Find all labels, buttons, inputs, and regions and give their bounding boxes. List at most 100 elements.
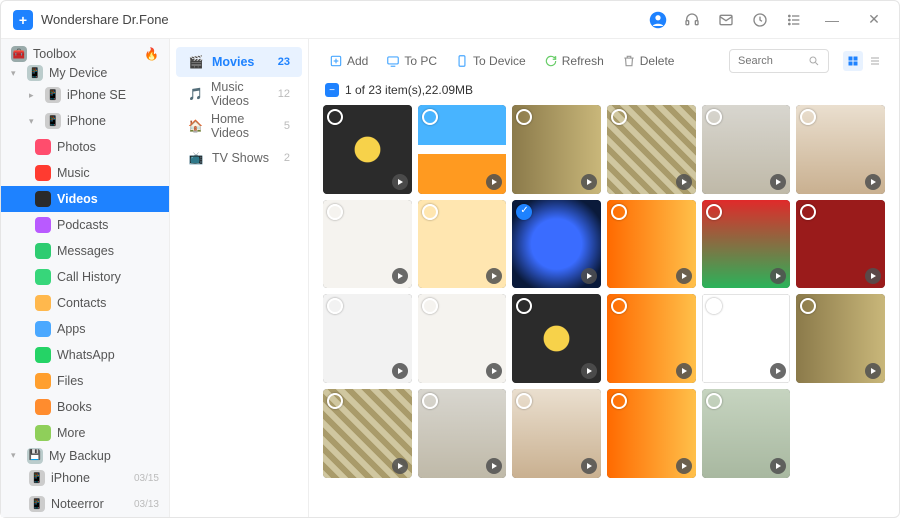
select-circle[interactable]: [327, 204, 343, 220]
play-icon[interactable]: [581, 458, 597, 474]
device-item-music[interactable]: Music: [1, 160, 169, 186]
select-circle[interactable]: [611, 109, 627, 125]
play-icon[interactable]: [486, 174, 502, 190]
video-thumbnail[interactable]: [702, 200, 791, 289]
music-icon: [35, 165, 51, 181]
user-icon[interactable]: [649, 11, 667, 29]
video-thumbnail[interactable]: [512, 200, 601, 289]
video-thumbnail[interactable]: [796, 105, 885, 194]
play-icon[interactable]: [392, 363, 408, 379]
sidebar-my-device[interactable]: ▾ 📱 My Device: [1, 64, 169, 83]
select-circle[interactable]: [800, 204, 816, 220]
video-thumbnail[interactable]: [796, 200, 885, 289]
headset-icon[interactable]: [683, 11, 701, 29]
play-icon[interactable]: [581, 174, 597, 190]
play-icon[interactable]: [581, 363, 597, 379]
video-thumbnail[interactable]: [702, 105, 791, 194]
video-thumbnail[interactable]: [702, 294, 791, 383]
play-icon[interactable]: [676, 363, 692, 379]
mail-icon[interactable]: [717, 11, 735, 29]
select-circle[interactable]: [422, 204, 438, 220]
select-circle[interactable]: [706, 109, 722, 125]
select-circle[interactable]: [706, 298, 722, 314]
video-thumbnail[interactable]: [418, 105, 507, 194]
select-circle[interactable]: [516, 204, 532, 220]
video-thumbnail[interactable]: [418, 200, 507, 289]
play-icon[interactable]: [392, 458, 408, 474]
device-item-videos[interactable]: Videos: [1, 186, 169, 212]
device-item-call-history[interactable]: Call History: [1, 264, 169, 290]
category-panel: 🎬Movies23🎵Music Videos12🏠Home Videos5📺TV…: [169, 39, 309, 517]
video-thumbnail[interactable]: [323, 389, 412, 478]
video-thumbnail[interactable]: [607, 105, 696, 194]
play-icon[interactable]: [486, 458, 502, 474]
play-icon[interactable]: [770, 174, 786, 190]
backup-row[interactable]: 📱Noteerror03/13: [1, 491, 169, 517]
play-icon[interactable]: [865, 363, 881, 379]
refresh-button[interactable]: Refresh: [538, 51, 610, 71]
play-icon[interactable]: [770, 458, 786, 474]
minimize-icon[interactable]: —: [819, 11, 845, 29]
select-circle[interactable]: [422, 109, 438, 125]
device-item-files[interactable]: Files: [1, 368, 169, 394]
video-thumbnail[interactable]: [607, 389, 696, 478]
history-icon[interactable]: [751, 11, 769, 29]
sidebar-my-backup[interactable]: ▾ 💾 My Backup: [1, 446, 169, 465]
add-button[interactable]: Add: [323, 51, 374, 71]
select-circle[interactable]: [706, 204, 722, 220]
search-field[interactable]: [738, 55, 808, 67]
category-tv-shows[interactable]: 📺TV Shows2: [176, 143, 302, 173]
sidebar-toolbox[interactable]: 🧰 Toolbox 🔥: [1, 45, 169, 64]
select-circle[interactable]: [611, 393, 627, 409]
video-thumbnail[interactable]: [607, 200, 696, 289]
play-icon[interactable]: [392, 268, 408, 284]
to-device-button[interactable]: To Device: [449, 51, 532, 71]
grid-view-button[interactable]: [843, 51, 863, 71]
video-thumbnail[interactable]: [512, 389, 601, 478]
device-item-apps[interactable]: Apps: [1, 316, 169, 342]
device-item-books[interactable]: Books: [1, 394, 169, 420]
play-icon[interactable]: [676, 174, 692, 190]
video-thumbnail[interactable]: [418, 389, 507, 478]
video-thumbnail[interactable]: [512, 105, 601, 194]
video-thumbnail[interactable]: [702, 389, 791, 478]
play-icon[interactable]: [392, 174, 408, 190]
video-thumbnail[interactable]: [512, 294, 601, 383]
delete-button[interactable]: Delete: [616, 51, 681, 71]
device-item-more[interactable]: More: [1, 420, 169, 446]
video-thumbnail[interactable]: [796, 294, 885, 383]
select-circle[interactable]: [706, 393, 722, 409]
device-item-photos[interactable]: Photos: [1, 134, 169, 160]
video-thumbnail[interactable]: [418, 294, 507, 383]
device-item-messages[interactable]: Messages: [1, 238, 169, 264]
to-pc-button[interactable]: To PC: [380, 51, 443, 71]
video-thumbnail[interactable]: [323, 200, 412, 289]
play-icon[interactable]: [676, 458, 692, 474]
list-view-button[interactable]: [865, 51, 885, 71]
select-circle[interactable]: [611, 204, 627, 220]
video-thumbnail[interactable]: [323, 294, 412, 383]
partial-check-icon[interactable]: −: [325, 83, 339, 97]
select-circle[interactable]: [422, 298, 438, 314]
video-thumbnail[interactable]: [607, 294, 696, 383]
device-row[interactable]: ▸📱iPhone SE: [1, 82, 169, 108]
device-row[interactable]: ▾📱iPhone: [1, 108, 169, 134]
device-item-podcasts[interactable]: Podcasts: [1, 212, 169, 238]
video-thumbnail[interactable]: [323, 105, 412, 194]
play-icon[interactable]: [865, 174, 881, 190]
category-music-videos[interactable]: 🎵Music Videos12: [176, 79, 302, 109]
search-icon: [808, 54, 820, 68]
select-circle[interactable]: [327, 109, 343, 125]
play-icon[interactable]: [676, 268, 692, 284]
close-icon[interactable]: ✕: [861, 11, 887, 29]
device-item-contacts[interactable]: Contacts: [1, 290, 169, 316]
select-circle[interactable]: [327, 393, 343, 409]
search-input[interactable]: [729, 49, 829, 73]
category-home-videos[interactable]: 🏠Home Videos5: [176, 111, 302, 141]
select-circle[interactable]: [422, 393, 438, 409]
list-icon[interactable]: [785, 11, 803, 29]
device-item-whatsapp[interactable]: WhatsApp: [1, 342, 169, 368]
category-movies[interactable]: 🎬Movies23: [176, 47, 302, 77]
backup-row[interactable]: 📱iPhone03/15: [1, 465, 169, 491]
flame-icon: 🔥: [144, 47, 159, 61]
